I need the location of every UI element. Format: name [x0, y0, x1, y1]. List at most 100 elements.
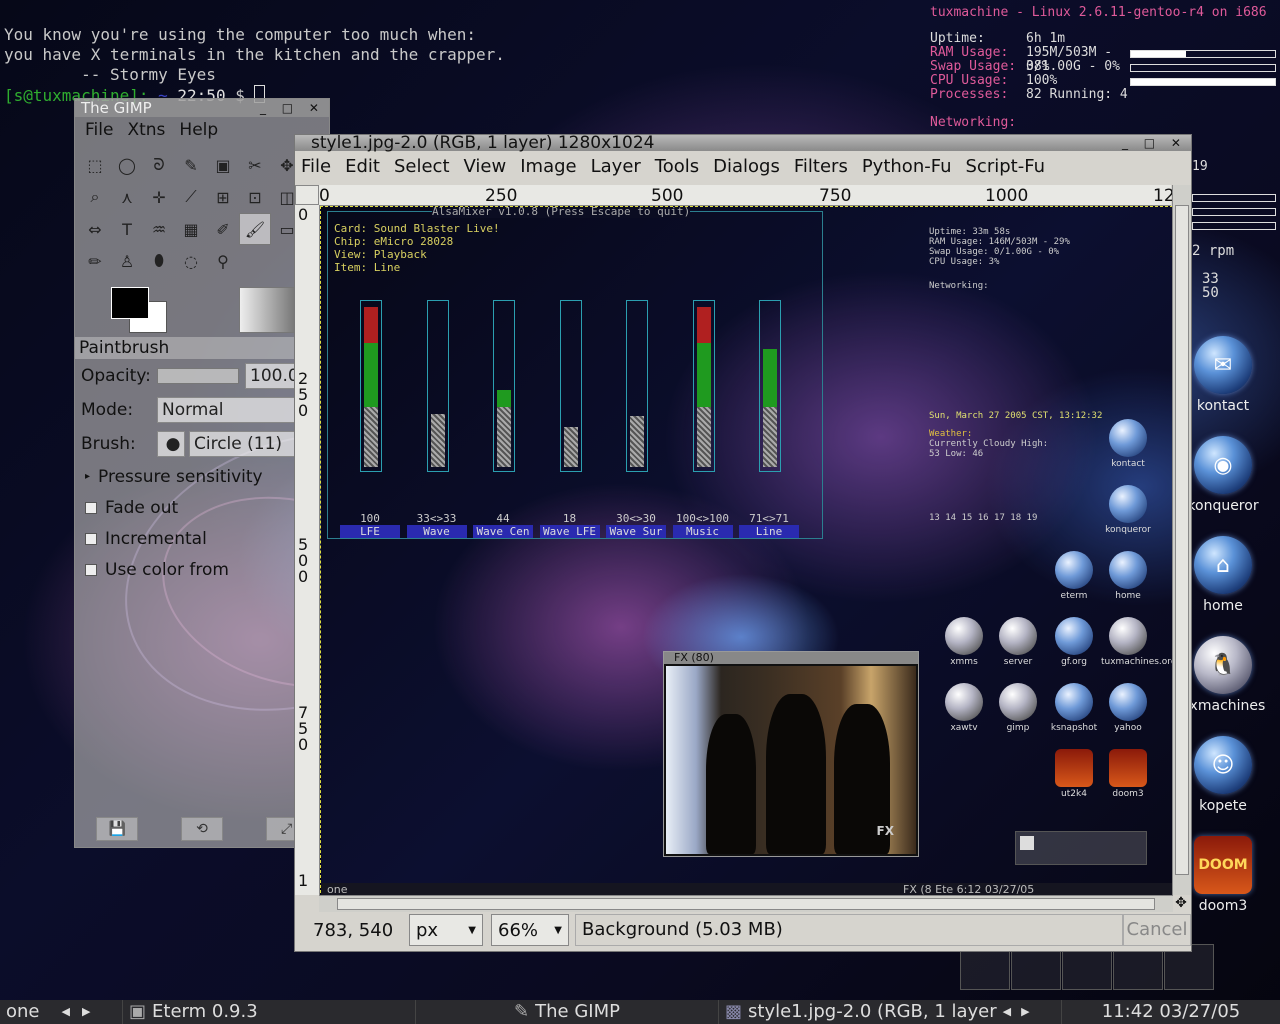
desktop-icon-label: konqueror: [1187, 498, 1259, 514]
incremental-checkbox[interactable]: Incremental: [75, 523, 329, 554]
menu-python-fu[interactable]: Python-Fu: [862, 156, 952, 177]
image-canvas[interactable]: AlsaMixer v1.0.8 (Press Escape to quit) …: [320, 206, 1173, 898]
pressure-expander[interactable]: ▸ Pressure sensitivity: [75, 461, 329, 492]
alsamixer-channel-bar: [559, 300, 582, 472]
ruler-tick-label: 1000: [985, 186, 1029, 206]
ellipse-select-tool-icon[interactable]: ◯: [111, 149, 143, 181]
pencil-tool-icon[interactable]: ✐: [207, 213, 239, 245]
move-tool-icon[interactable]: ✛: [143, 181, 175, 213]
zoom-selector[interactable]: 66% ▼: [491, 914, 569, 946]
gimp-image-window: style1.jpg-2.0 (RGB, 1 layer) 1280x1024 _…: [294, 134, 1192, 952]
menu-edit[interactable]: Edit: [345, 156, 380, 177]
lasso-tool-icon[interactable]: ᘐ: [143, 149, 175, 181]
mode-select[interactable]: Normal: [157, 397, 313, 423]
checkbox-label: Fade out: [105, 497, 179, 518]
task-gimp-image[interactable]: ▩ style1.jpg-2.0 (RGB, 1 layer ◀ ▶: [719, 1000, 1062, 1024]
opacity-slider[interactable]: [157, 368, 239, 384]
alsamixer-channel-name: Music: [672, 525, 733, 538]
toolbox-titlebar[interactable]: The GIMP _ □ ✕: [75, 99, 329, 117]
menu-select[interactable]: Select: [394, 156, 450, 177]
desktop-switcher[interactable]: one ◀ ▶: [0, 1000, 123, 1024]
screenshot-conky-line: CPU Usage: 3%: [929, 257, 1000, 267]
menu-help[interactable]: Help: [179, 120, 218, 140]
scissors-tool-icon[interactable]: ✂: [239, 149, 271, 181]
quick-mask-toggle[interactable]: [295, 185, 319, 205]
smudge-tool-icon[interactable]: ◌: [175, 245, 207, 277]
screenshot-conky-line: Networking:: [929, 281, 989, 291]
terminal-icon: ▣: [129, 1001, 147, 1022]
scale-tool-icon[interactable]: ⊡: [239, 181, 271, 213]
checkbox-box: [85, 501, 97, 514]
menu-dialogs[interactable]: Dialogs: [713, 156, 780, 177]
use-color-checkbox[interactable]: Use color from: [75, 554, 329, 585]
scrollbar-thumb[interactable]: [337, 898, 1155, 910]
image-statusbar: 783, 540 px ▼ 66% ▼ Background (5.03 MB) C…: [295, 911, 1191, 949]
doom3-icon: DOOM: [1194, 836, 1252, 894]
window-buttons[interactable]: _ □ ✕: [260, 99, 325, 117]
conky-label: Processes:: [930, 87, 1009, 102]
color-select-tool-icon[interactable]: ▣: [207, 149, 239, 181]
menu-file[interactable]: File: [85, 120, 113, 140]
taskbar: one ◀ ▶ ▣ Eterm 0.9.3 ✎ The GIMP ▩ style1.jpg…: [0, 1000, 1280, 1024]
prev-task-icon[interactable]: ◀: [1003, 1000, 1011, 1024]
menu-view[interactable]: View: [464, 156, 507, 177]
brush-preview-icon[interactable]: ●: [157, 431, 185, 457]
fuzzy-select-tool-icon[interactable]: ✎: [175, 149, 207, 181]
alsamixer-level-segment: [497, 407, 511, 467]
window-buttons[interactable]: _ □ ✕: [1122, 135, 1187, 151]
alsamixer-level-segment: [763, 407, 777, 467]
task-label: The GIMP: [535, 1001, 620, 1022]
pressure-label: Pressure sensitivity: [98, 466, 263, 487]
paintbrush-tool-icon[interactable]: 🖌: [239, 213, 271, 245]
menu-filters[interactable]: Filters: [794, 156, 848, 177]
menu-script-fu[interactable]: Script-Fu: [966, 156, 1045, 177]
menu-file[interactable]: File: [301, 156, 331, 177]
measure-tool-icon[interactable]: ⋏: [111, 181, 143, 213]
foreground-color-swatch[interactable]: [111, 287, 149, 319]
next-desktop-icon[interactable]: ▶: [82, 1000, 90, 1024]
conky-swap: Swap Usage: 0/1.00G - 0%: [930, 60, 1280, 74]
conky-partial-value: 50: [1202, 285, 1219, 301]
text-tool-icon[interactable]: T: [111, 213, 143, 245]
menu-layer[interactable]: Layer: [591, 156, 641, 177]
save-options-icon[interactable]: 💾: [96, 817, 139, 841]
zoom-tool-icon[interactable]: ⌕: [79, 181, 111, 213]
airbrush-tool-icon[interactable]: ✏: [79, 245, 111, 277]
alsamixer-level-segment: [630, 415, 644, 467]
task-eterm[interactable]: ▣ Eterm 0.9.3: [123, 1000, 416, 1024]
menu-xtns[interactable]: Xtns: [127, 120, 165, 140]
restore-options-icon[interactable]: ⟲: [180, 817, 223, 841]
next-task-icon[interactable]: ▶: [1021, 1000, 1029, 1024]
cancel-button[interactable]: Cancel: [1123, 914, 1191, 946]
rotate-tool-icon[interactable]: ⊞: [207, 181, 239, 213]
horizontal-ruler: 0 250 500 750 1000 12: [319, 185, 1175, 206]
vertical-scrollbar[interactable]: [1172, 185, 1191, 895]
screenshot-icon-label: konqueror: [1105, 525, 1151, 535]
zoom-value: 66%: [498, 919, 539, 941]
horizontal-scrollbar[interactable]: [319, 895, 1173, 912]
screenshot-icon-konqueror: konqueror: [1101, 485, 1155, 535]
dodge-tool-icon[interactable]: ⚲: [207, 245, 239, 277]
screenshot-icon-yahoo: yahoo: [1101, 683, 1155, 733]
ruler-tick-label: 500: [651, 186, 684, 206]
menu-image[interactable]: Image: [520, 156, 576, 177]
task-gimp-toolbox[interactable]: ✎ The GIMP: [416, 1000, 719, 1024]
blur-tool-icon[interactable]: ⬮: [143, 245, 175, 277]
screenshot-icon-label: xmms: [950, 657, 978, 667]
alsamixer-channel-name: Wave: [406, 525, 467, 538]
crop-tool-icon[interactable]: ⟋: [175, 181, 207, 213]
fade-out-checkbox[interactable]: Fade out: [75, 492, 329, 523]
clone-tool-icon[interactable]: ♙: [111, 245, 143, 277]
screenshot-icon-label: home: [1115, 591, 1141, 601]
bucket-fill-tool-icon[interactable]: ♒: [143, 213, 175, 245]
scrollbar-thumb[interactable]: [1175, 205, 1189, 875]
image-window-titlebar[interactable]: style1.jpg-2.0 (RGB, 1 layer) 1280x1024 _…: [295, 135, 1191, 152]
rect-select-tool-icon[interactable]: ⬚: [79, 149, 111, 181]
navigate-icon[interactable]: ✥: [1173, 895, 1189, 911]
unit-selector[interactable]: px ▼: [409, 914, 483, 946]
screenshot-icon-kontact: kontact: [1101, 419, 1155, 469]
blend-tool-icon[interactable]: ▦: [175, 213, 207, 245]
menu-tools[interactable]: Tools: [655, 156, 699, 177]
prev-desktop-icon[interactable]: ◀: [62, 1000, 70, 1024]
flip-tool-icon[interactable]: ⇔: [79, 213, 111, 245]
